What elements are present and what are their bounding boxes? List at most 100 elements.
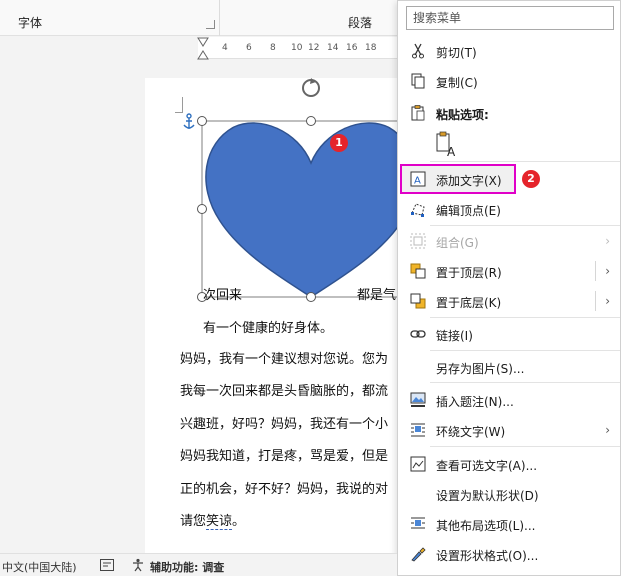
menu-separator xyxy=(430,446,620,447)
step-badge-2: 2 xyxy=(522,170,540,188)
send-to-back-icon xyxy=(410,293,426,309)
status-language[interactable]: 中文(中国大陆) xyxy=(2,559,77,575)
word-window: 字体 段落 4 6 8 10 12 14 16 18 1 次回来 都是气 有一个… xyxy=(0,0,621,576)
ruler-tick: 4 xyxy=(222,43,228,53)
menu-item-cut[interactable]: 剪切(T) xyxy=(398,37,620,65)
menu-item-label: 置于底层(K) xyxy=(436,296,502,310)
accessibility-icon[interactable] xyxy=(131,558,145,572)
ribbon-group-paragraph: 段落 xyxy=(348,16,373,30)
hanging-indent-icon[interactable] xyxy=(197,50,209,60)
menu-separator xyxy=(430,382,620,383)
wrap-text-icon xyxy=(411,423,425,437)
link-icon xyxy=(410,330,426,338)
menu-item-label: 添加文字(X) xyxy=(436,174,502,188)
menu-item-label: 其他布局选项(L)... xyxy=(436,519,536,533)
menu-item-group[interactable]: 组合(G) › xyxy=(398,227,620,255)
menu-item-label: 组合(G) xyxy=(436,236,479,250)
menu-item-label: 设置形状格式(O)... xyxy=(436,549,539,563)
add-text-icon: A xyxy=(410,171,426,187)
ruler-tick: 10 xyxy=(291,43,303,53)
menu-item-label: 链接(I) xyxy=(436,329,473,343)
clipboard-icon xyxy=(411,105,425,121)
ruler-tick: 16 xyxy=(346,43,358,53)
ruler-tick: 12 xyxy=(308,43,320,53)
menu-item-label: 另存为图片(S)... xyxy=(436,362,525,376)
status-accessibility[interactable]: 辅助功能: 调查 xyxy=(150,559,224,575)
menu-item-set-default-shape[interactable]: 设置为默认形状(D) xyxy=(398,480,620,508)
paragraph-line: 请您笑谅。 xyxy=(180,510,246,530)
submenu-arrow-icon[interactable]: › xyxy=(605,294,610,308)
horizontal-ruler[interactable]: 4 6 8 10 12 14 16 18 xyxy=(198,37,398,59)
status-bar: 中文(中国大陆) 辅助功能: 调查 xyxy=(0,553,397,576)
menu-item-label: 查看可选文字(A)... xyxy=(436,459,538,473)
submenu-arrow-icon: › xyxy=(605,234,610,248)
menu-item-more-layout-options[interactable]: 其他布局选项(L)... xyxy=(398,510,620,538)
menu-item-view-alt-text[interactable]: 查看可选文字(A)... xyxy=(398,450,620,478)
menu-item-label: 设置为默认形状(D) xyxy=(436,489,539,503)
menu-item-save-as-picture[interactable]: 另存为图片(S)... xyxy=(398,353,620,381)
ruler-tick: 14 xyxy=(327,43,339,53)
ribbon-divider xyxy=(219,0,220,36)
anchor-icon xyxy=(183,113,195,129)
menu-item-send-to-back[interactable]: 置于底层(K) › xyxy=(398,287,620,315)
copy-icon xyxy=(411,73,425,89)
paste-keep-text-only-icon[interactable]: A xyxy=(436,131,458,157)
group-icon xyxy=(410,233,426,249)
menu-item-format-shape[interactable]: 设置形状格式(O)... xyxy=(398,540,620,568)
submenu-arrow-icon[interactable]: › xyxy=(605,264,610,278)
menu-separator xyxy=(430,225,620,226)
paragraph-line: 正的机会，好不好？妈妈，我说的对 xyxy=(180,482,389,497)
menu-item-label: 编辑顶点(E) xyxy=(436,204,501,218)
menu-item-insert-caption[interactable]: 插入题注(N)... xyxy=(398,386,620,414)
menu-item-label: 置于顶层(R) xyxy=(436,266,502,280)
edit-points-icon xyxy=(411,203,425,217)
menu-separator xyxy=(430,317,620,318)
menu-item-add-text[interactable]: A 添加文字(X) xyxy=(398,165,620,193)
paragraph-line: 妈妈，我有一个建议想对您说。您为 xyxy=(180,352,389,367)
font-dialog-launcher-icon[interactable] xyxy=(206,20,215,29)
layout-options-icon xyxy=(411,517,425,529)
ribbon-group-font: 字体 xyxy=(18,16,43,30)
menu-item-paste-options: 粘贴选项: xyxy=(398,99,620,127)
shape-wrap-text-left: 次回来 xyxy=(203,288,243,303)
submenu-arrow-icon: › xyxy=(605,423,610,437)
split-divider xyxy=(595,291,596,311)
menu-item-link[interactable]: 链接(I) xyxy=(398,320,620,348)
rotate-handle-icon[interactable] xyxy=(302,78,320,97)
heart-shape[interactable] xyxy=(205,122,405,298)
ruler-tick: 18 xyxy=(365,43,377,53)
svg-text:A: A xyxy=(414,176,421,187)
menu-item-wrap-text[interactable]: 环绕文字(W) › xyxy=(398,416,620,444)
alt-text-icon xyxy=(410,456,426,472)
format-shape-icon xyxy=(411,547,426,562)
menu-item-copy[interactable]: 复制(C) xyxy=(398,67,620,95)
menu-item-label: 剪切(T) xyxy=(436,46,477,60)
menu-search-input[interactable]: 搜索菜单 xyxy=(406,6,614,30)
spelling-flag-text[interactable]: 笑谅 xyxy=(206,514,233,530)
menu-separator xyxy=(430,161,620,162)
paragraph-line: 兴趣班，好吗？妈妈，我还有一个小 xyxy=(180,417,389,432)
ruler-tick: 6 xyxy=(246,43,252,53)
scissors-icon xyxy=(412,43,424,59)
text-run: 请您 xyxy=(180,514,207,529)
menu-item-label: 插入题注(N)... xyxy=(436,395,514,409)
text-predictions-icon[interactable] xyxy=(100,559,114,571)
menu-item-label: 环绕文字(W) xyxy=(436,425,506,439)
text-run: 。 xyxy=(232,514,246,529)
menu-item-bring-to-front[interactable]: 置于顶层(R) › xyxy=(398,257,620,285)
insert-caption-icon xyxy=(410,392,426,407)
first-line-indent-icon[interactable] xyxy=(197,37,209,47)
menu-separator xyxy=(430,350,620,351)
shape-wrap-text-right: 都是气 xyxy=(357,288,397,303)
menu-item-edit-points[interactable]: 编辑顶点(E) xyxy=(398,195,620,223)
menu-section-label: 粘贴选项: xyxy=(436,108,489,122)
split-divider xyxy=(595,261,596,281)
paragraph-line: 有一个健康的好身体。 xyxy=(203,321,334,336)
ruler-tick: 8 xyxy=(270,43,276,53)
menu-item-label: 复制(C) xyxy=(436,76,478,90)
bring-to-front-icon xyxy=(410,263,426,279)
step-badge-1: 1 xyxy=(330,134,348,152)
shape-selection[interactable] xyxy=(180,75,405,305)
paragraph-line: 我每一次回来都是头昏脑胀的，都流 xyxy=(180,384,389,399)
svg-text:A: A xyxy=(447,145,456,157)
